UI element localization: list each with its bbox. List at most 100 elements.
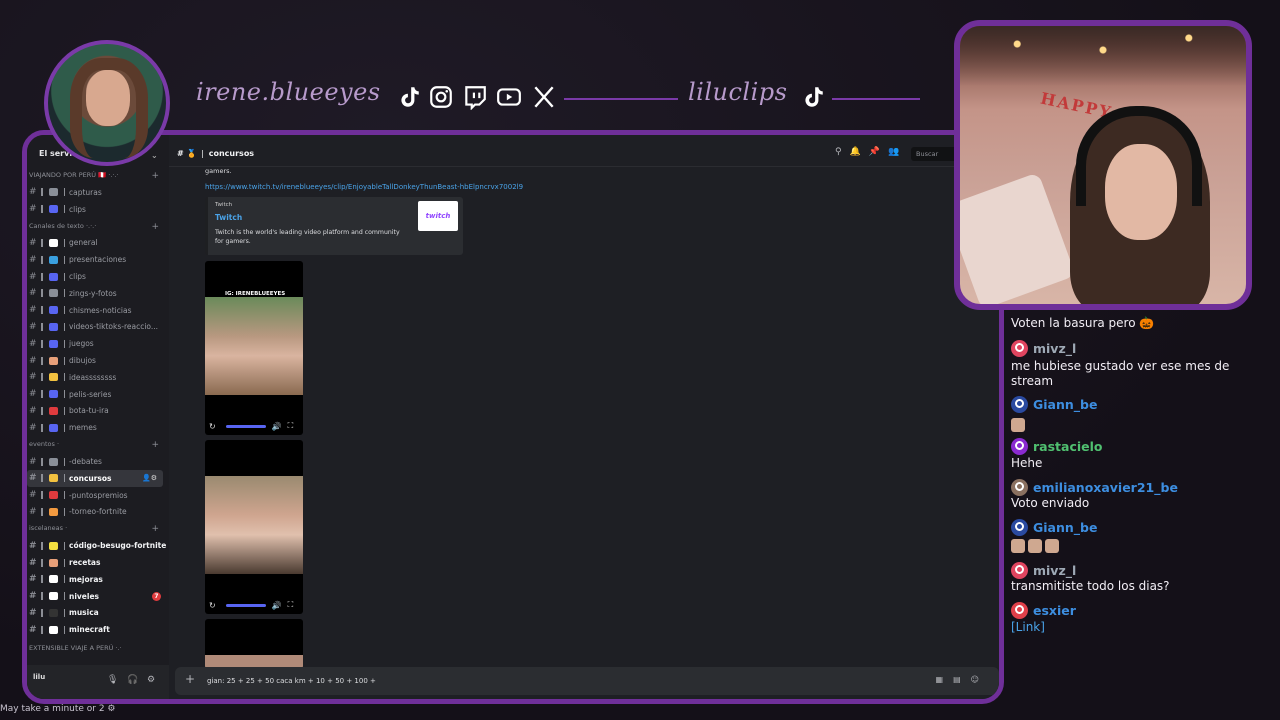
divider xyxy=(64,558,65,567)
video-attachment[interactable]: IG: IRENEBLUEEYES ↻ 🔊 ⛶ xyxy=(205,261,303,435)
channel-item[interactable]: # videos-tiktoks-reaccio... xyxy=(27,319,169,336)
volume-slider[interactable] xyxy=(225,603,266,607)
channel-item[interactable]: # -puntospremios xyxy=(27,487,169,504)
channel-emoji-icon xyxy=(49,474,58,483)
channel-item[interactable]: # mejoras xyxy=(27,571,169,588)
divider xyxy=(41,558,43,567)
channel-item[interactable]: # -debates xyxy=(27,453,169,470)
channel-item[interactable]: # chismes-noticias xyxy=(27,302,169,319)
channel-item[interactable]: # capturas xyxy=(27,184,169,201)
divider xyxy=(64,238,65,247)
hash-icon: # xyxy=(29,338,37,349)
composer-text[interactable]: gian: 25 + 25 + 50 caca km + 10 + 50 + 1… xyxy=(207,677,376,685)
channel-item[interactable]: # ideassssssss xyxy=(27,369,169,386)
divider xyxy=(64,339,65,348)
gear-icon[interactable]: ⚙ xyxy=(147,675,157,685)
divider xyxy=(41,306,43,315)
channel-item[interactable]: # clips xyxy=(27,201,169,218)
video-controls: ↻ 🔊 ⛶ xyxy=(205,417,303,435)
embed-thumbnail[interactable]: twitch xyxy=(418,201,458,231)
link-embed: Twitch Twitch Twitch is the world's lead… xyxy=(205,197,463,255)
channel-name: memes xyxy=(69,423,97,433)
chevron-down-icon[interactable]: ⌄ xyxy=(151,151,158,160)
fullscreen-icon[interactable]: ⛶ xyxy=(288,600,294,610)
add-attachment-icon[interactable]: + xyxy=(185,672,195,686)
category-header[interactable]: EXTENSIBLE VIAJE A PERÚ ·.· xyxy=(27,644,169,657)
channel-emoji-icon xyxy=(49,238,58,247)
hash-icon: # xyxy=(29,389,37,400)
channel-name: minecraft xyxy=(69,625,110,635)
channel-item[interactable]: # código-besugo-fortnite xyxy=(27,537,169,554)
replay-icon[interactable]: ↻ xyxy=(209,601,216,610)
hash-icon: # xyxy=(29,473,37,484)
channel-item[interactable]: # recetas xyxy=(27,554,169,571)
divider xyxy=(41,238,43,247)
divider xyxy=(41,491,43,500)
hash-icon: # xyxy=(29,607,37,618)
channel-item[interactable]: # clips xyxy=(27,268,169,285)
channel-name: capturas xyxy=(69,187,102,197)
category-header[interactable]: eventos · + xyxy=(27,440,169,453)
volume-slider[interactable] xyxy=(225,424,266,428)
divider xyxy=(64,322,65,331)
instagram-icon xyxy=(428,84,454,110)
add-channel-icon[interactable]: + xyxy=(151,524,159,534)
replay-icon[interactable]: ↻ xyxy=(209,422,216,431)
chat-message: Voto enviado xyxy=(1011,496,1090,510)
channel-item[interactable]: # juegos xyxy=(27,335,169,352)
channel-item[interactable]: # memes xyxy=(27,419,169,436)
embed-title[interactable]: Twitch xyxy=(215,213,242,222)
channel-item[interactable]: # -torneo-fortnite xyxy=(27,504,169,521)
chat-username[interactable]: rastacielo xyxy=(1011,438,1103,455)
volume-icon[interactable]: 🔊 xyxy=(272,422,282,431)
channel-item[interactable]: # niveles 7 xyxy=(27,588,169,605)
divider xyxy=(41,541,43,550)
message-link[interactable]: https://www.twitch.tv/ireneblueeyes/clip… xyxy=(205,183,523,191)
channel-item[interactable]: # pelis-series xyxy=(27,386,169,403)
twitch-icon xyxy=(462,84,488,111)
channel-item[interactable]: # minecraft xyxy=(27,621,169,638)
message-composer[interactable]: + gian: 25 + 25 + 50 caca km + 10 + 50 +… xyxy=(175,667,999,695)
microphone-icon[interactable]: 🎙 xyxy=(107,675,118,685)
add-channel-icon[interactable]: + xyxy=(151,440,159,450)
avatar-face xyxy=(86,70,130,126)
hash-icon: # xyxy=(29,237,37,248)
chat-username[interactable]: mivz_l xyxy=(1011,340,1076,357)
add-channel-icon[interactable]: + xyxy=(151,222,159,232)
channel-settings-icon[interactable]: 👤⚙ xyxy=(142,474,157,482)
chat-header: # 🏅 ❘ concursos ⚲🔔📌👥 Buscar xyxy=(169,135,999,167)
chat-username[interactable]: emilianoxavier21_be xyxy=(1011,479,1178,496)
channel-name: niveles xyxy=(69,591,100,601)
channel-name: general xyxy=(69,238,98,248)
channel-item[interactable]: # musica xyxy=(27,605,169,622)
chat-message: Voten la basura pero 🎃 xyxy=(1011,316,1155,330)
chat-link[interactable]: [Link] xyxy=(1011,620,1045,634)
channel-item[interactable]: # dibujos xyxy=(27,352,169,369)
fullscreen-icon[interactable]: ⛶ xyxy=(288,421,294,431)
add-channel-icon[interactable]: + xyxy=(151,171,159,181)
chat-username[interactable]: Giann_be xyxy=(1011,396,1097,413)
chat-username[interactable]: esxier xyxy=(1011,602,1076,619)
chat-username[interactable]: Giann_be xyxy=(1011,519,1097,536)
channel-item[interactable]: # concursos 👤⚙ xyxy=(27,469,163,487)
category-header[interactable]: VIAJANDO POR PERÚ 🇵🇪 ·.·.· + xyxy=(27,171,169,184)
category-header[interactable]: iscelaneas · + xyxy=(27,524,169,537)
category-header[interactable]: Canales de texto ·.·.· + xyxy=(27,222,169,235)
streamer-avatar xyxy=(44,40,170,166)
channel-item[interactable]: # bota-tu-ira xyxy=(27,403,169,420)
divider xyxy=(41,373,43,382)
video-attachment[interactable] xyxy=(205,619,303,669)
video-attachment[interactable]: ↻ 🔊 ⛶ xyxy=(205,440,303,614)
chat-username[interactable]: mivz_l xyxy=(1011,562,1076,579)
hash-icon: # xyxy=(29,591,37,602)
composer-icons[interactable]: ▦▤☺ xyxy=(936,675,989,684)
channel-item[interactable]: # general xyxy=(27,235,169,252)
header-icons[interactable]: ⚲🔔📌👥 xyxy=(835,147,907,157)
username[interactable]: lilu xyxy=(33,673,45,681)
channel-item[interactable]: # presentaciones xyxy=(27,251,169,268)
embed-provider: Twitch xyxy=(215,202,233,208)
divider xyxy=(41,289,43,298)
volume-icon[interactable]: 🔊 xyxy=(272,601,282,610)
headphones-icon[interactable]: 🎧 xyxy=(127,675,138,685)
channel-item[interactable]: # zings-y-fotos xyxy=(27,285,169,302)
